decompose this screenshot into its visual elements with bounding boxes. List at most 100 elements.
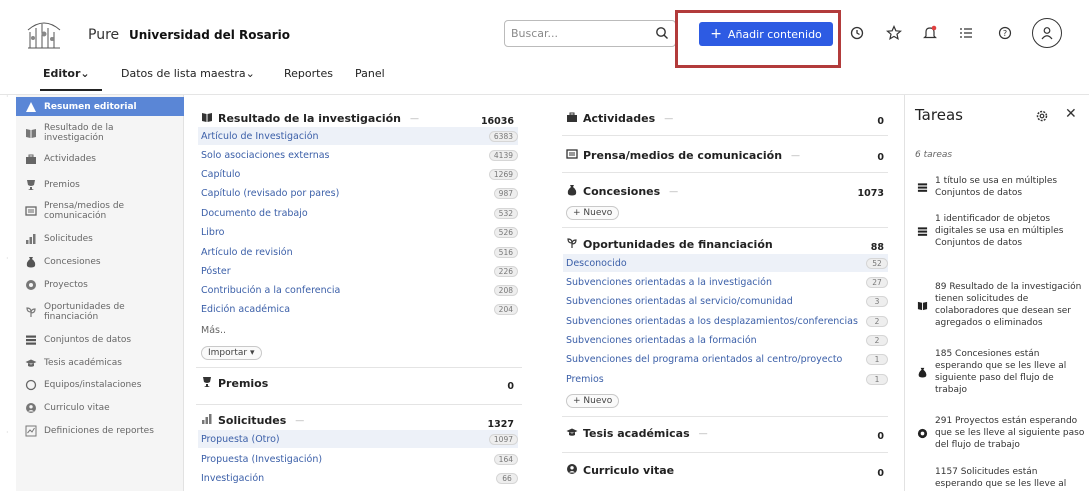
more-link[interactable]: Más.. [201, 325, 226, 336]
import-button[interactable]: Importar ▾ [201, 346, 262, 360]
divider [196, 404, 522, 405]
report-icon [24, 424, 38, 438]
close-icon[interactable]: ✕ [1065, 106, 1077, 122]
collapse-icon[interactable]: — [664, 114, 673, 124]
list-row[interactable]: Subvenciones orientadas a la formación 2 [563, 331, 888, 349]
count-badge: 532 [493, 207, 518, 219]
sidebar-item-summary[interactable]: Resumen editorial [16, 97, 184, 116]
grants-title[interactable]: Concesiones — [566, 184, 678, 199]
new-funding-button[interactable]: + Nuevo [566, 394, 620, 408]
list-row[interactable]: Libro 526 [198, 223, 518, 241]
svg-text:?: ? [1003, 29, 1007, 38]
help-icon[interactable]: ? [996, 24, 1014, 42]
sidebar-item-report-definitions[interactable]: Definiciones de reportes [16, 423, 184, 439]
theses-title[interactable]: Tesis académicas — [566, 426, 708, 441]
list-row[interactable]: Solo asociaciones externas 4139 [198, 146, 518, 164]
gear-icon[interactable] [1035, 109, 1049, 126]
press-title[interactable]: Prensa/medios de comunicación — [566, 148, 800, 163]
nav-editor[interactable]: Editor ⌄ [43, 67, 90, 85]
research-output-title[interactable]: Resultado de la investigación — [201, 111, 419, 126]
list-row[interactable]: Subvenciones orientadas a los desplazami… [563, 312, 888, 330]
list-row[interactable]: Edición académica 204 [198, 300, 518, 318]
count-badge: 1097 [488, 433, 518, 445]
count-badge: 1269 [488, 168, 518, 180]
sidebar-item-datasets[interactable]: Conjuntos de datos [16, 332, 184, 348]
sidebar-item-theses[interactable]: Tesis académicas [16, 355, 184, 371]
sidebar-item-activities[interactable]: Actividades [16, 151, 184, 167]
count-badge: 516 [493, 246, 518, 258]
list-row[interactable]: Subvenciones orientadas a la investigaci… [563, 273, 888, 291]
list-row[interactable]: Propuesta (Investigación) 164 [198, 450, 518, 468]
count-badge: 52 [866, 257, 888, 269]
list-row[interactable]: Subvenciones orientadas al servicio/comu… [563, 292, 888, 310]
list-row[interactable]: Contribución a la conferencia 208 [198, 281, 518, 299]
add-content-button[interactable]: + Añadir contenido [699, 22, 833, 46]
cv-title[interactable]: Curriculo vitae [566, 463, 674, 478]
divider [562, 227, 888, 228]
nav-reports[interactable]: Reportes [284, 67, 333, 85]
collapse-icon[interactable]: — [669, 187, 678, 197]
dataset-icon [24, 333, 38, 347]
list-row[interactable]: Artículo de Investigación 6383 [198, 127, 518, 145]
applications-title[interactable]: Solicitudes — [201, 413, 304, 428]
sidebar-item-equipment[interactable]: Equipos/instalaciones [16, 377, 184, 393]
count-badge: 27 [866, 276, 888, 288]
list-row[interactable]: Artículo de revisión 516 [198, 243, 518, 261]
collapse-icon[interactable]: — [295, 416, 304, 426]
collapse-icon[interactable]: — [791, 151, 800, 161]
search-input[interactable] [511, 25, 651, 42]
awards-title[interactable]: Premios [201, 376, 268, 391]
bell-icon[interactable] [921, 24, 939, 42]
sidebar-item-applications[interactable]: Solicitudes [16, 231, 184, 247]
star-icon[interactable] [885, 24, 903, 42]
tasks-title: Tareas [915, 106, 963, 124]
list-row[interactable]: Subvenciones del programa orientados al … [563, 350, 888, 368]
count-badge: 208 [493, 284, 518, 296]
nav-panel[interactable]: Panel [355, 67, 385, 85]
sidebar-item-grants[interactable]: Concesiones [16, 254, 184, 270]
divider [562, 416, 888, 417]
count-badge: 1 [866, 373, 888, 385]
task-item[interactable]: 1 título se usa en múltiples Conjuntos d… [915, 175, 1087, 199]
sidebar-item-awards[interactable]: Premios [16, 177, 184, 193]
sidebar-item-press[interactable]: Prensa/medios de comunicación [16, 199, 184, 223]
sidebar: Resumen editorial Resultado de la invest… [16, 95, 184, 491]
chevron-down-icon: ⌄ [245, 67, 255, 80]
trophy-icon [24, 178, 38, 192]
count-badge: 66 [496, 472, 518, 484]
collapse-icon[interactable]: — [699, 429, 708, 439]
search-icon[interactable] [655, 26, 669, 43]
collapse-icon[interactable]: — [410, 114, 419, 124]
edge-marker: · [6, 254, 9, 263]
list-row[interactable]: Capítulo (revisado por pares) 987 [198, 184, 518, 202]
task-list-icon[interactable] [957, 24, 975, 42]
nav-master-list[interactable]: Datos de lista maestra ⌄ [121, 67, 255, 85]
sidebar-item-cv[interactable]: Curriculo vitae [16, 400, 184, 416]
list-row[interactable]: Documento de trabajo 532 [198, 204, 518, 222]
task-item[interactable]: 291 Proyectos están esperando que se les… [915, 415, 1087, 451]
summary-icon [24, 100, 38, 114]
task-item[interactable]: 185 Concesiones están esperando que se l… [915, 348, 1087, 396]
activities-title[interactable]: Actividades — [566, 111, 673, 126]
university-logo[interactable] [22, 18, 66, 54]
sidebar-item-research-output[interactable]: Resultado de la investigación [16, 121, 184, 145]
funding-title[interactable]: Oportunidades de financiación [566, 237, 773, 252]
graduation-cap-icon [24, 356, 38, 370]
brand-name: Pure [88, 27, 120, 43]
sidebar-item-projects[interactable]: Proyectos [16, 277, 184, 293]
task-item[interactable]: 1157 Solicitudes están esperando que se … [915, 466, 1087, 490]
list-row[interactable]: Desconocido 52 [563, 254, 888, 272]
new-grant-button[interactable]: + Nuevo [566, 206, 620, 220]
task-item[interactable]: 1 identificador de objetos digitales se … [915, 213, 1087, 249]
tasks-panel: Tareas ✕ 6 tareas 1 título se usa en múl… [904, 95, 1089, 491]
sidebar-item-funding[interactable]: Oportunidades de financiación [16, 300, 184, 324]
list-row[interactable]: Premios 1 [563, 370, 888, 388]
list-row[interactable]: Investigación 66 [198, 469, 518, 487]
organization-name: Universidad del Rosario [129, 28, 291, 42]
clock-icon[interactable] [848, 24, 866, 42]
task-item[interactable]: 89 Resultado de la investigación tienen … [915, 281, 1087, 329]
list-row[interactable]: Capítulo 1269 [198, 165, 518, 183]
user-avatar-icon[interactable] [1032, 18, 1062, 48]
list-row[interactable]: Propuesta (Otro) 1097 [198, 430, 518, 448]
list-row[interactable]: Póster 226 [198, 262, 518, 280]
